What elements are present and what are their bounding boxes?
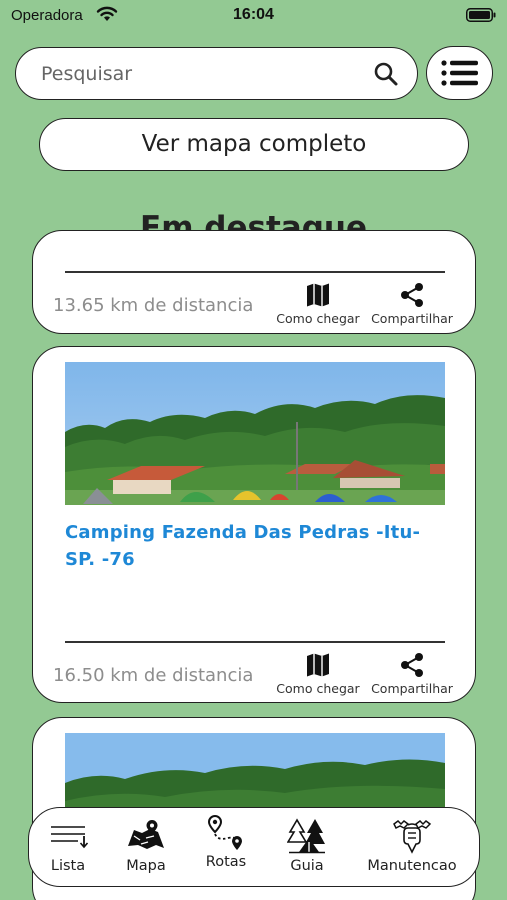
directions-button[interactable]: Como chegar [270, 652, 366, 696]
place-card[interactable]: Camping Fazenda Das Pedras -Itu-SP. -76 … [32, 346, 476, 703]
share-label: Compartilhar [371, 681, 453, 696]
route-icon [207, 814, 242, 850]
list-icon [51, 826, 88, 849]
search-bar[interactable] [15, 47, 418, 100]
clock: 16:04 [233, 6, 274, 23]
list-menu-button[interactable] [426, 46, 493, 100]
tab-guia[interactable]: Guia [282, 818, 332, 874]
view-full-map-button[interactable]: Ver mapa completo [39, 118, 469, 171]
card-distance: 13.65 km de distancia [53, 295, 254, 316]
share-button[interactable]: Compartilhar [364, 652, 460, 696]
search-icon[interactable] [373, 61, 399, 87]
tab-label: Mapa [126, 858, 166, 874]
search-input[interactable] [41, 60, 361, 88]
place-title[interactable]: Camping Fazenda Das Pedras -Itu-SP. -76 [65, 519, 445, 573]
share-icon [401, 283, 423, 307]
battery-icon [466, 8, 496, 22]
tab-manutencao[interactable]: Manutencao [364, 818, 460, 874]
card-divider [65, 271, 445, 273]
status-bar: Operadora 16:04 [0, 0, 507, 32]
directions-label: Como chegar [276, 681, 360, 696]
tab-label: Rotas [205, 854, 247, 870]
tools-icon [393, 820, 432, 854]
directions-label: Como chegar [276, 311, 360, 326]
directions-button[interactable]: Como chegar [270, 282, 366, 326]
place-card[interactable]: 13.65 km de distancia Como chegar Compar… [32, 230, 476, 334]
campsite-photo [65, 362, 445, 505]
tab-mapa[interactable]: Mapa [121, 818, 171, 874]
tab-label: Manutencao [367, 858, 457, 874]
share-label: Compartilhar [371, 311, 453, 326]
share-button[interactable]: Compartilhar [364, 282, 460, 326]
tab-lista[interactable]: Lista [43, 818, 93, 874]
tab-rotas[interactable]: Rotas [201, 814, 251, 870]
bottom-tab-bar: Lista Mapa Rotas Guia Manutencao [28, 807, 480, 887]
forest-tent-icon [287, 818, 325, 854]
map-icon [307, 653, 329, 677]
card-distance: 16.50 km de distancia [53, 665, 254, 686]
tab-label: Lista [50, 858, 86, 874]
list-menu-icon [441, 60, 478, 86]
map-icon [128, 820, 164, 849]
share-icon [401, 653, 423, 677]
map-icon [307, 283, 329, 307]
tab-label: Guia [290, 858, 324, 874]
card-divider [65, 641, 445, 643]
